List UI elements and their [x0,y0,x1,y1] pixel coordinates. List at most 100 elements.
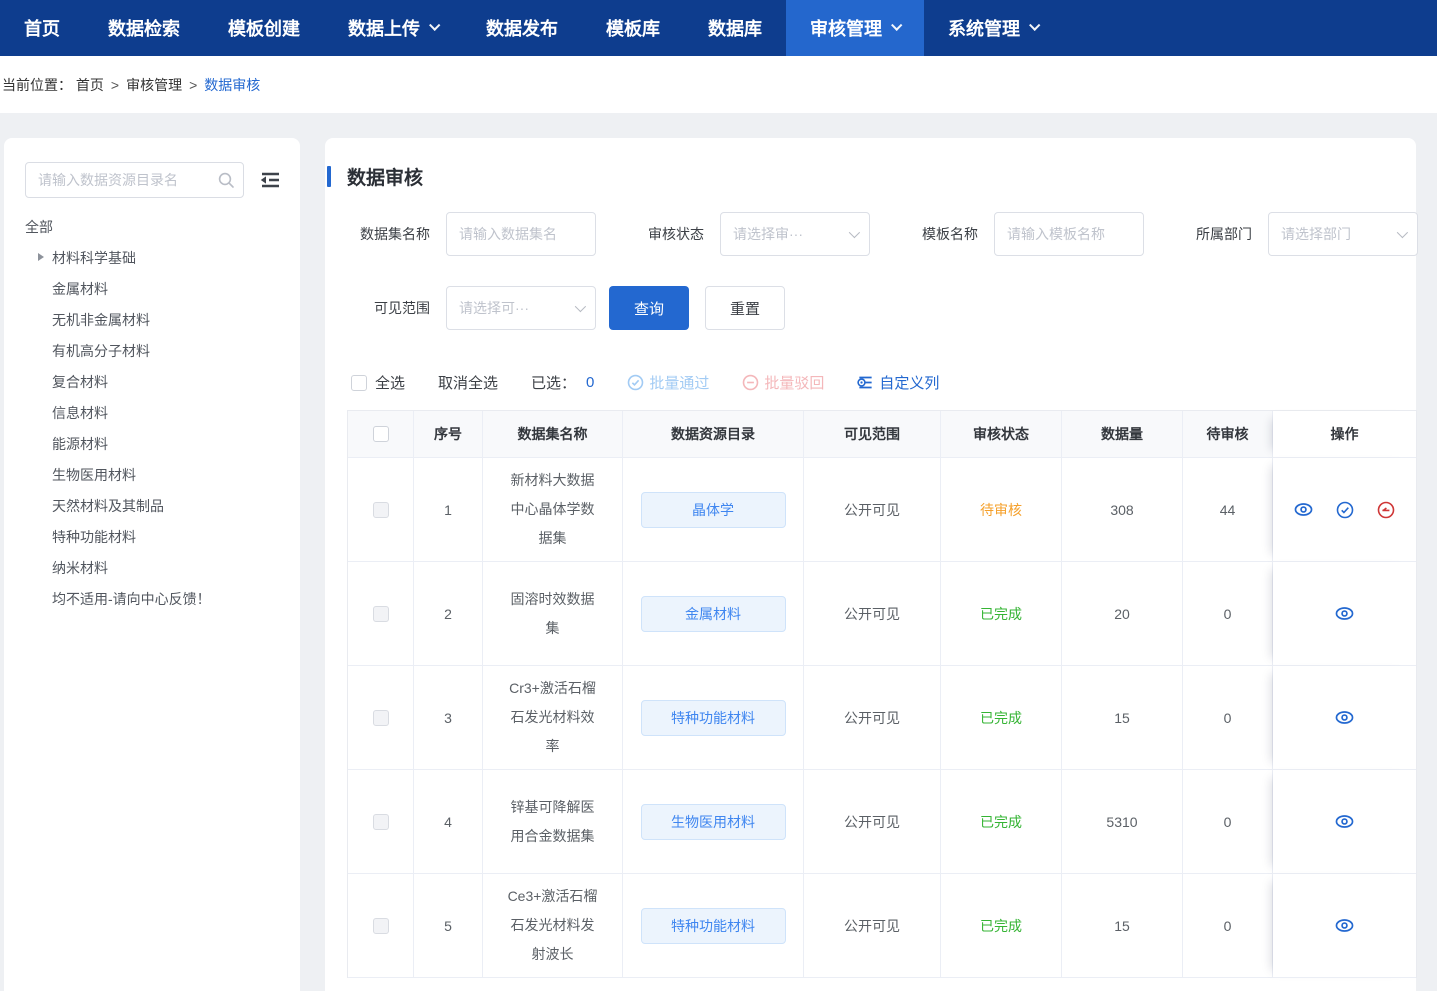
main-panel: 数据审核 数据集名称 审核状态 请选择审··· 模板名称 [325,138,1416,991]
cell-pending: 0 [1183,770,1273,874]
tree-item[interactable]: 无机非金属材料 [25,305,282,336]
table-toolbar: 全选 取消全选 已选： 0 批量通过 [325,372,1416,393]
cell-index: 4 [414,770,483,874]
department-select[interactable]: 请选择部门 [1268,212,1418,256]
nav-item[interactable]: 数据上传 [324,0,462,56]
visibility-label: 可见范围 [360,298,430,318]
nav-item[interactable]: 审核管理 [786,0,924,56]
tree-item[interactable]: 纳米材料 [25,553,282,584]
top-nav: 首页数据检索模板创建数据上传数据发布模板库数据库审核管理系统管理 [0,0,1437,56]
cell-dataset-name: 新材料大数据中心晶体学数据集 [483,458,623,562]
tree-item[interactable]: 全部 [25,212,282,243]
cell-checkbox [348,666,414,770]
breadcrumb-separator: > [111,77,119,93]
check-circle-icon [627,374,644,391]
row-checkbox[interactable] [373,814,389,830]
tree-item[interactable]: 能源材料 [25,429,282,460]
caret-right-icon[interactable] [38,253,44,261]
header-cell: 数据量 [1062,411,1183,458]
header-cell: 序号 [414,411,483,458]
chevron-down-icon [1397,227,1408,238]
selected-count: 0 [586,374,594,391]
cell-dataset-name: 固溶时效数据集 [483,562,623,666]
approve-check-icon[interactable] [1336,501,1354,519]
nav-item[interactable]: 数据检索 [84,0,204,56]
tree-item[interactable]: 生物医用材料 [25,460,282,491]
audit-status-select[interactable]: 请选择审··· [720,212,870,256]
status-badge: 待审核 [980,500,1022,520]
breadcrumb-link[interactable]: 审核管理 [126,75,182,95]
header-cell: 待审核 [1183,411,1273,458]
cell-catalog: 特种功能材料 [623,666,804,770]
view-eye-icon[interactable] [1335,916,1354,935]
tree-item[interactable]: 信息材料 [25,398,282,429]
catalog-search-input[interactable] [25,162,244,198]
deselect-all-button[interactable]: 取消全选 [438,372,498,393]
cell-catalog: 特种功能材料 [623,874,804,978]
tree-item[interactable]: 天然材料及其制品 [25,491,282,522]
catalog-tree: 全部材料科学基础金属材料无机非金属材料有机高分子材料复合材料信息材料能源材料生物… [25,212,282,615]
cell-status: 已完成 [941,666,1062,770]
breadcrumb-link[interactable]: 首页 [76,75,104,95]
catalog-sidebar: 全部材料科学基础金属材料无机非金属材料有机高分子材料复合材料信息材料能源材料生物… [4,138,300,991]
cell-index: 1 [414,458,483,562]
table-body: 1新材料大数据中心晶体学数据集晶体学公开可见待审核308442固溶时效数据集金属… [348,458,1416,978]
page-title: 数据审核 [347,163,423,190]
tree-item[interactable]: 特种功能材料 [25,522,282,553]
dataset-name-input[interactable] [447,213,595,255]
row-checkbox[interactable] [373,502,389,518]
search-icon [217,171,235,194]
row-checkbox[interactable] [373,606,389,622]
minus-circle-icon [742,374,759,391]
header-cell [348,411,414,458]
reject-icon[interactable] [1377,501,1395,519]
view-eye-icon[interactable] [1335,812,1354,831]
cell-visibility: 公开可见 [804,770,941,874]
nav-item[interactable]: 首页 [0,0,84,56]
cell-checkbox [348,562,414,666]
tree-item[interactable]: 有机高分子材料 [25,336,282,367]
view-eye-icon[interactable] [1335,604,1354,623]
visibility-select[interactable]: 请选择可··· [446,286,596,330]
dataset-name-label: 数据集名称 [360,224,430,244]
batch-reject-button[interactable]: 批量驳回 [742,372,824,393]
header-cell: 操作 [1273,411,1416,458]
cell-dataset-name: Cr3+激活石榴石发光材料效率 [483,666,623,770]
selected-label: 已选： [531,372,576,393]
breadcrumb-current: 数据审核 [204,75,260,95]
custom-columns-button[interactable]: 自定义列 [857,372,939,393]
tree-item[interactable]: 均不适用-请向中心反馈！ [25,584,282,615]
cell-visibility: 公开可见 [804,458,941,562]
nav-item[interactable]: 系统管理 [924,0,1062,56]
row-checkbox[interactable] [373,918,389,934]
header-checkbox[interactable] [373,426,389,442]
template-name-input[interactable] [995,213,1143,255]
collapse-tree-icon[interactable] [258,168,282,192]
nav-item[interactable]: 数据库 [684,0,786,56]
page-background: 全部材料科学基础金属材料无机非金属材料有机高分子材料复合材料信息材料能源材料生物… [0,113,1437,981]
dataset-name-field [446,212,596,256]
chevron-down-icon [891,20,902,31]
batch-approve-button[interactable]: 批量通过 [627,372,709,393]
nav-item[interactable]: 数据发布 [462,0,582,56]
select-all-label[interactable]: 全选 [375,372,405,393]
header-cell: 审核状态 [941,411,1062,458]
header-cell: 数据资源目录 [623,411,804,458]
table-row: 3Cr3+激活石榴石发光材料效率特种功能材料公开可见已完成150 [348,666,1416,770]
select-all-checkbox[interactable] [351,375,367,391]
breadcrumb-prefix: 当前位置： [2,75,72,95]
reset-button[interactable]: 重置 [705,286,785,330]
view-eye-icon[interactable] [1294,500,1313,519]
query-button[interactable]: 查询 [609,286,689,330]
tree-item[interactable]: 金属材料 [25,274,282,305]
row-checkbox[interactable] [373,710,389,726]
cell-status: 已完成 [941,770,1062,874]
nav-item[interactable]: 模板创建 [204,0,324,56]
tree-item[interactable]: 材料科学基础 [25,243,282,274]
nav-item[interactable]: 模板库 [582,0,684,56]
cell-status: 待审核 [941,458,1062,562]
cell-index: 2 [414,562,483,666]
tree-item[interactable]: 复合材料 [25,367,282,398]
view-eye-icon[interactable] [1335,708,1354,727]
column-settings-icon [857,374,874,391]
